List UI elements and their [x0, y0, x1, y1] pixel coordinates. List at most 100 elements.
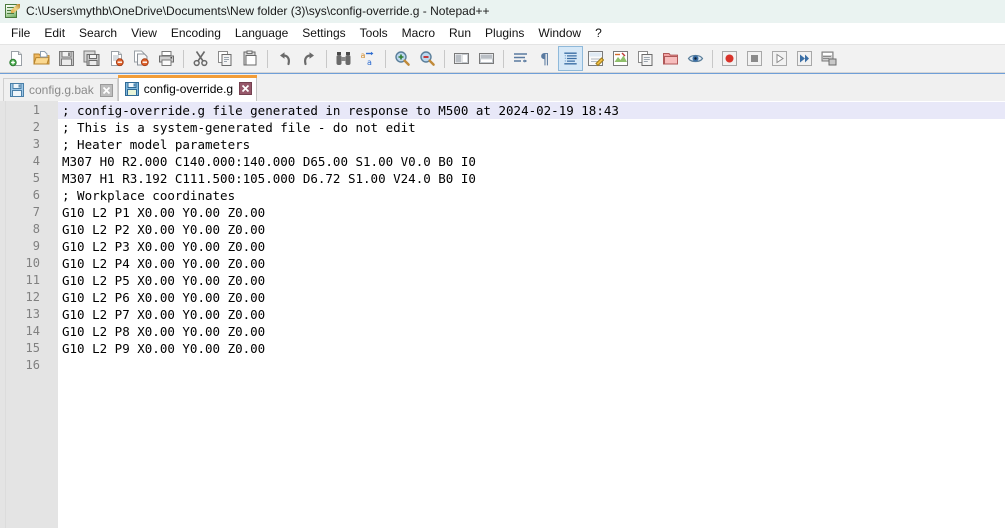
line-number: 11 [25, 273, 40, 287]
close-tab-icon[interactable] [99, 83, 113, 97]
toolbar-separator [326, 49, 327, 68]
user-defined-language-icon[interactable] [583, 46, 608, 71]
print-icon[interactable] [154, 46, 179, 71]
menu-item-settings[interactable]: Settings [295, 23, 352, 44]
word-wrap-icon[interactable] [508, 46, 533, 71]
stop-recording-icon[interactable] [742, 46, 767, 71]
code-line[interactable]: G10 L2 P9 X0.00 Y0.00 Z0.00 [58, 340, 1005, 357]
menu-item-window[interactable]: Window [531, 23, 588, 44]
line-number: 9 [32, 239, 40, 253]
redo-arrow-icon[interactable] [297, 46, 322, 71]
new-file-icon[interactable] [4, 46, 29, 71]
sync-horizontal-scroll-icon[interactable] [474, 46, 499, 71]
cut-scissors-icon[interactable] [188, 46, 213, 71]
menu-item-search[interactable]: Search [72, 23, 124, 44]
sync-vertical-scroll-icon[interactable] [449, 46, 474, 71]
code-line[interactable]: G10 L2 P1 X0.00 Y0.00 Z0.00 [58, 204, 1005, 221]
notepad-plus-plus-window: C:\Users\mythb\OneDrive\Documents\New fo… [0, 0, 1005, 528]
line-number: 12 [25, 290, 40, 304]
tab-config-override-g[interactable]: config-override.g [117, 75, 258, 101]
code-line[interactable]: G10 L2 P4 X0.00 Y0.00 Z0.00 [58, 255, 1005, 272]
show-indent-guide-icon[interactable] [558, 46, 583, 71]
folder-workspace-icon[interactable] [658, 46, 683, 71]
menu-item-macro[interactable]: Macro [395, 23, 442, 44]
saved-document-icon [10, 83, 24, 97]
menu-item-plugins[interactable]: Plugins [478, 23, 531, 44]
fold-margin[interactable] [45, 101, 58, 528]
code-line[interactable]: ; config-override.g file generated in re… [58, 102, 1005, 119]
saved-document-icon [124, 81, 139, 96]
undo-arrow-icon[interactable] [272, 46, 297, 71]
document-map-icon[interactable] [608, 46, 633, 71]
line-number-margin: 1 2 3 4 5 6 7 8 9 10 11 12 13 14 15 16 [6, 101, 45, 528]
open-folder-icon[interactable] [29, 46, 54, 71]
title-bar: C:\Users\mythb\OneDrive\Documents\New fo… [0, 0, 1005, 23]
editor-area[interactable]: 1 2 3 4 5 6 7 8 9 10 11 12 13 14 15 16 ;… [0, 101, 1005, 528]
toolbar-separator [712, 49, 713, 68]
zoom-out-icon[interactable] [415, 46, 440, 71]
menu-item-tools[interactable]: Tools [353, 23, 395, 44]
record-macro-icon[interactable] [717, 46, 742, 71]
line-number: 4 [32, 154, 40, 168]
code-line[interactable] [58, 357, 1005, 374]
svg-text:¶: ¶ [540, 50, 550, 67]
line-number: 8 [32, 222, 40, 236]
run-dialog-icon[interactable] [817, 46, 842, 71]
line-number: 10 [25, 256, 40, 270]
code-line[interactable]: G10 L2 P5 X0.00 Y0.00 Z0.00 [58, 272, 1005, 289]
line-number: 15 [25, 341, 40, 355]
toolbar: aa ¶ [0, 44, 1005, 73]
toolbar-separator [385, 49, 386, 68]
tab-bar: config.g.bak config-override.g [0, 73, 1005, 101]
code-line[interactable]: G10 L2 P2 X0.00 Y0.00 Z0.00 [58, 221, 1005, 238]
line-number: 3 [32, 137, 40, 151]
tab-config-g-bak[interactable]: config.g.bak [3, 78, 118, 101]
line-number: 6 [32, 188, 40, 202]
menu-item-edit[interactable]: Edit [37, 23, 72, 44]
code-line[interactable]: ; Heater model parameters [58, 136, 1005, 153]
paste-icon[interactable] [238, 46, 263, 71]
zoom-in-icon[interactable] [390, 46, 415, 71]
monitoring-eye-icon[interactable] [683, 46, 708, 71]
show-all-characters-icon[interactable]: ¶ [533, 46, 558, 71]
line-number: 7 [32, 205, 40, 219]
svg-text:a: a [367, 58, 372, 67]
replace-icon[interactable]: aa [356, 46, 381, 71]
menu-item-file[interactable]: File [4, 23, 37, 44]
close-all-files-icon[interactable] [129, 46, 154, 71]
code-line[interactable]: G10 L2 P3 X0.00 Y0.00 Z0.00 [58, 238, 1005, 255]
tab-label: config-override.g [143, 81, 234, 96]
menu-item-help[interactable]: ? [588, 23, 609, 44]
play-macro-icon[interactable] [767, 46, 792, 71]
code-line[interactable]: ; Workplace coordinates [58, 187, 1005, 204]
code-line[interactable]: ; This is a system-generated file - do n… [58, 119, 1005, 136]
line-number: 16 [25, 358, 40, 372]
close-file-icon[interactable] [104, 46, 129, 71]
code-line[interactable]: G10 L2 P6 X0.00 Y0.00 Z0.00 [58, 289, 1005, 306]
line-number: 1 [32, 103, 40, 117]
line-number: 2 [32, 120, 40, 134]
menu-item-run[interactable]: Run [442, 23, 478, 44]
code-line[interactable]: G10 L2 P7 X0.00 Y0.00 Z0.00 [58, 306, 1005, 323]
window-title: C:\Users\mythb\OneDrive\Documents\New fo… [26, 4, 490, 18]
line-number: 5 [32, 171, 40, 185]
toolbar-separator [183, 49, 184, 68]
save-icon[interactable] [54, 46, 79, 71]
function-list-icon[interactable] [633, 46, 658, 71]
toolbar-separator [267, 49, 268, 68]
line-number: 14 [25, 324, 40, 338]
code-line[interactable]: M307 H0 R2.000 C140.000:140.000 D65.00 S… [58, 153, 1005, 170]
menu-item-view[interactable]: View [124, 23, 164, 44]
find-binoculars-icon[interactable] [331, 46, 356, 71]
code-text-area[interactable]: ; config-override.g file generated in re… [58, 101, 1005, 528]
svg-text:a: a [361, 51, 366, 60]
menu-item-language[interactable]: Language [228, 23, 295, 44]
toolbar-separator [444, 49, 445, 68]
copy-icon[interactable] [213, 46, 238, 71]
run-macro-multiple-icon[interactable] [792, 46, 817, 71]
save-all-icon[interactable] [79, 46, 104, 71]
menu-item-encoding[interactable]: Encoding [164, 23, 228, 44]
code-line[interactable]: M307 H1 R3.192 C111.500:105.000 D6.72 S1… [58, 170, 1005, 187]
code-line[interactable]: G10 L2 P8 X0.00 Y0.00 Z0.00 [58, 323, 1005, 340]
close-tab-icon[interactable] [239, 82, 253, 95]
